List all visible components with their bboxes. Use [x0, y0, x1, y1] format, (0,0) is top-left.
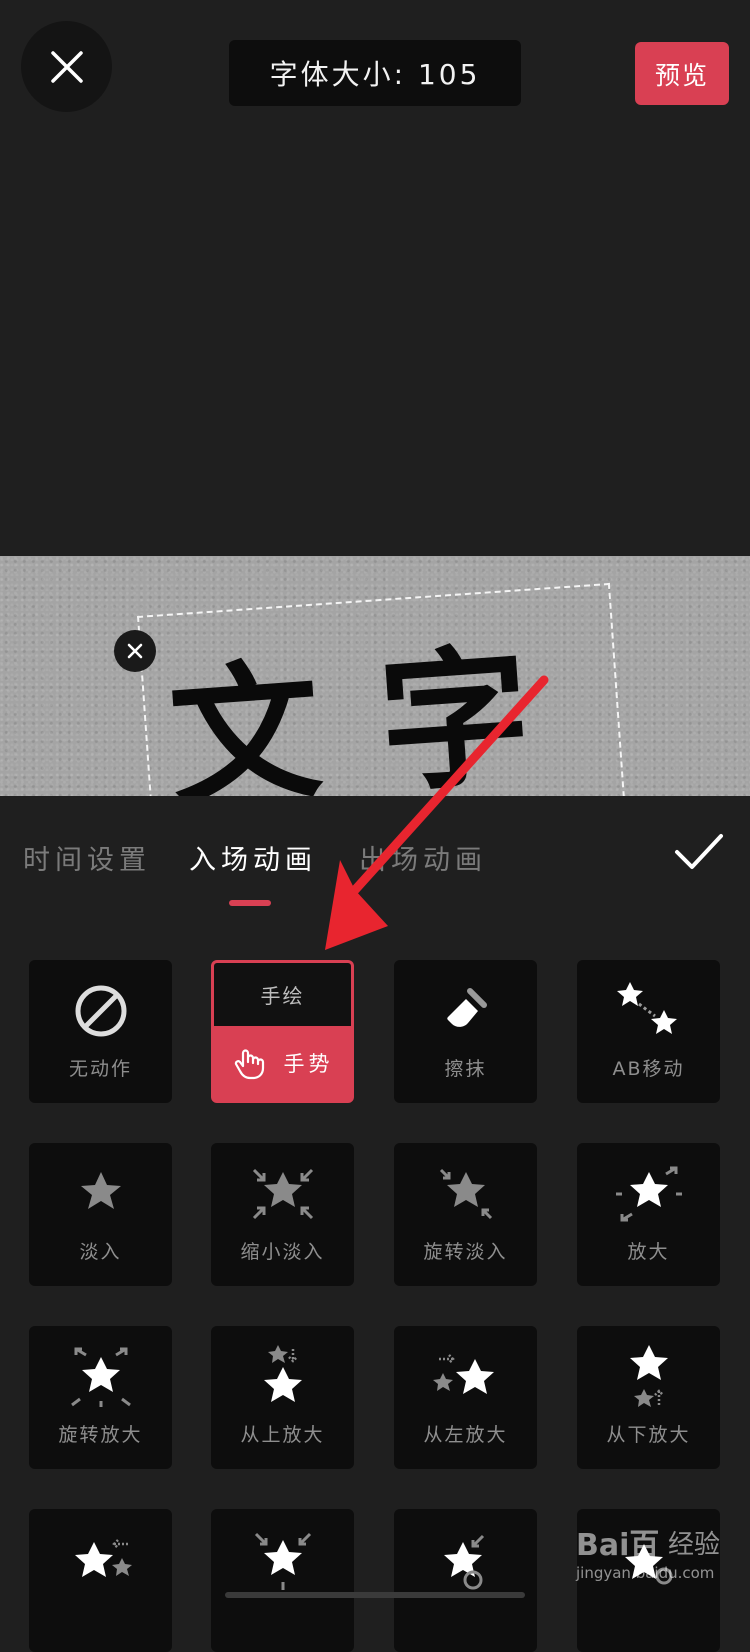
preview-button[interactable]: 预览 — [635, 42, 729, 105]
rotate-fade-in-icon — [394, 1165, 537, 1223]
watermark-url: jingyan.baidu.com — [576, 1564, 715, 1582]
animation-label: 淡入 — [79, 1241, 122, 1263]
watermark-logo: Bai百 — [576, 1528, 660, 1563]
baidu-watermark: Bai百 经验 jingyan.baidu.com — [572, 1518, 742, 1590]
confirm-check-icon[interactable] — [674, 832, 724, 872]
font-size-indicator: 字体大小: 105 — [229, 40, 521, 106]
animation-zoom-from-top[interactable]: 从上放大 — [211, 1326, 354, 1469]
animation-zoom-from-right[interactable] — [29, 1509, 172, 1652]
animation-label: 无动作 — [68, 1058, 132, 1080]
rotate-star-icon — [394, 1531, 537, 1590]
animation-zoom-from-bottom[interactable]: 从下放大 — [577, 1326, 720, 1469]
animation-label: AB移动 — [612, 1058, 685, 1080]
animation-zoom-in[interactable]: 放大 — [577, 1143, 720, 1286]
active-tab-indicator — [229, 900, 271, 906]
zoom-in-icon — [577, 1165, 720, 1223]
animation-fade-in[interactable]: 淡入 — [29, 1143, 172, 1286]
shrink-zoom-icon — [211, 1531, 354, 1590]
animation-label: 旋转淡入 — [423, 1241, 508, 1263]
font-size-label: 字体大小: 105 — [269, 58, 481, 91]
animation-label: 擦抹 — [444, 1058, 487, 1080]
text-canvas[interactable]: 文字 — [0, 556, 750, 796]
zoom-from-right-icon — [29, 1531, 172, 1589]
tab-enter-animation[interactable]: 入场动画 — [189, 838, 317, 877]
zoom-from-bottom-icon — [577, 1345, 720, 1407]
watermark-tag: 经验 — [668, 1530, 721, 1560]
fade-in-icon — [29, 1165, 172, 1223]
animation-shrink-fade-in[interactable]: 缩小淡入 — [211, 1143, 354, 1286]
animation-label: 从上放大 — [240, 1424, 325, 1446]
close-icon — [127, 643, 143, 659]
animation-rotate-zoom[interactable]: 旋转放大 — [29, 1326, 172, 1469]
animation-hand-gesture[interactable]: 手绘 手势 — [211, 960, 354, 1103]
rotate-zoom-icon — [29, 1347, 172, 1407]
canvas-text[interactable]: 文字 — [164, 624, 595, 796]
animation-rotate-star[interactable] — [394, 1509, 537, 1652]
animation-label: 缩小淡入 — [240, 1241, 325, 1263]
ab-move-icon — [577, 982, 720, 1040]
animation-label: 从左放大 — [423, 1424, 508, 1446]
animation-shrink-zoom[interactable] — [211, 1509, 354, 1652]
close-button[interactable] — [21, 21, 112, 112]
tab-time-settings[interactable]: 时间设置 — [23, 838, 151, 877]
animation-panel: 时间设置 入场动画 出场动画 无动作 手绘 手势 擦抹 AB移动 淡入 缩小淡入… — [0, 796, 750, 1652]
animation-rotate-fade-in[interactable]: 旋转淡入 — [394, 1143, 537, 1286]
delete-text-button[interactable] — [114, 630, 156, 672]
animation-zoom-from-left[interactable]: 从左放大 — [394, 1326, 537, 1469]
animation-ab-move[interactable]: AB移动 — [577, 960, 720, 1103]
close-icon — [50, 50, 83, 83]
animation-label: 从下放大 — [606, 1424, 691, 1446]
animation-eraser[interactable]: 擦抹 — [394, 960, 537, 1103]
zoom-from-left-icon — [394, 1348, 537, 1406]
shrink-fade-in-icon — [211, 1165, 354, 1223]
zoom-from-top-icon — [211, 1345, 354, 1406]
animation-top-label: 手绘 — [214, 963, 351, 1026]
no-action-icon — [29, 982, 172, 1040]
animation-label: 放大 — [627, 1241, 670, 1263]
animation-no-action[interactable]: 无动作 — [29, 960, 172, 1103]
preview-label: 预览 — [654, 60, 709, 90]
scroll-indicator — [225, 1592, 525, 1598]
hand-gesture-icon — [234, 1049, 264, 1080]
eraser-icon — [394, 982, 537, 1040]
animation-label: 手势 — [283, 1052, 334, 1076]
animation-label: 旋转放大 — [58, 1424, 143, 1446]
tab-exit-animation[interactable]: 出场动画 — [359, 838, 487, 877]
